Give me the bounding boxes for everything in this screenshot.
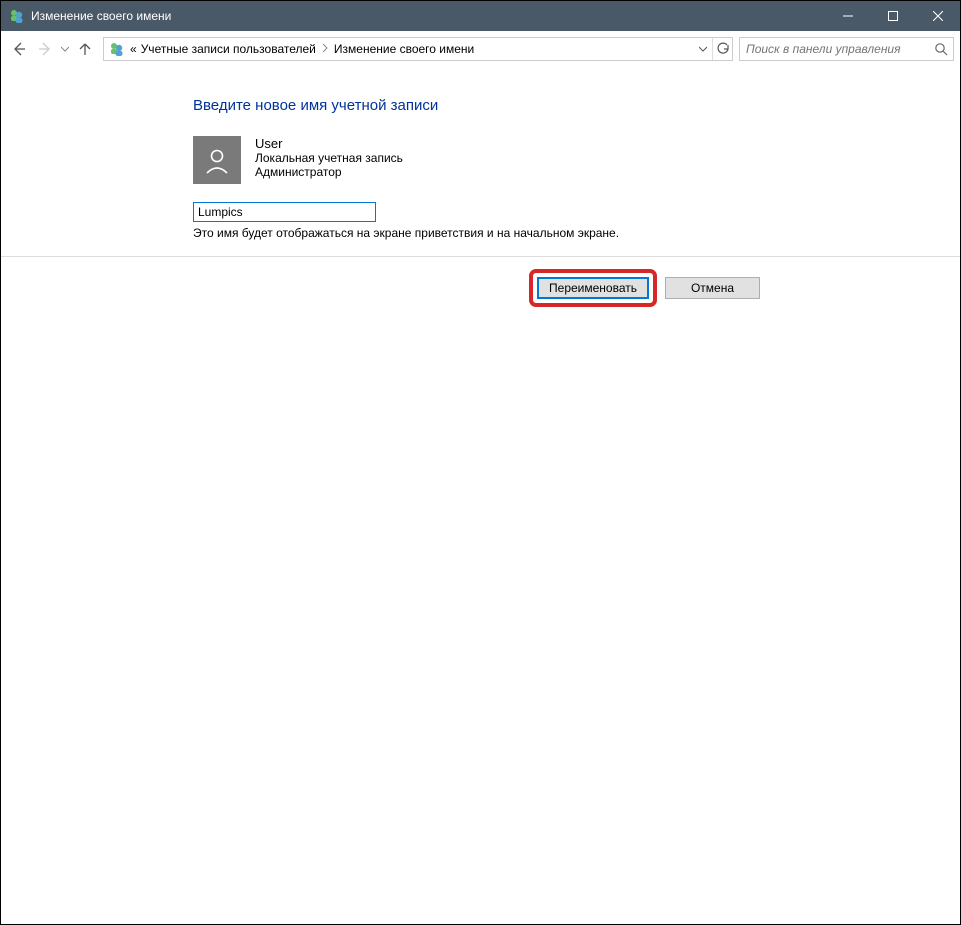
close-button[interactable] xyxy=(915,1,960,31)
navbar: « Учетные записи пользователей Изменение… xyxy=(1,31,960,67)
up-button[interactable] xyxy=(73,37,97,61)
new-name-input[interactable] xyxy=(193,202,376,222)
forward-button[interactable] xyxy=(33,37,57,61)
user-type: Локальная учетная запись xyxy=(255,151,403,165)
breadcrumb-item[interactable]: Изменение своего имени xyxy=(334,42,474,56)
titlebar: Изменение своего имени xyxy=(1,1,960,31)
user-role: Администратор xyxy=(255,165,403,179)
user-info: User Локальная учетная запись Администра… xyxy=(255,136,403,179)
recent-locations-dropdown[interactable] xyxy=(59,37,71,61)
avatar-icon xyxy=(193,136,241,184)
address-history-dropdown[interactable] xyxy=(692,38,712,60)
search-input[interactable] xyxy=(744,41,933,57)
maximize-button[interactable] xyxy=(870,1,915,31)
user-accounts-icon xyxy=(9,8,25,24)
refresh-button[interactable] xyxy=(712,38,732,60)
back-button[interactable] xyxy=(7,37,31,61)
window-controls xyxy=(825,1,960,31)
chevron-right-icon[interactable] xyxy=(322,44,328,55)
highlight-annotation: Переименовать xyxy=(529,269,657,307)
rename-button[interactable]: Переименовать xyxy=(537,277,649,299)
cancel-button[interactable]: Отмена xyxy=(665,277,760,299)
page-heading: Введите новое имя учетной записи xyxy=(193,97,753,114)
button-row: Переименовать Отмена xyxy=(1,257,960,319)
hint-text: Это имя будет отображаться на экране при… xyxy=(193,226,753,240)
user-accounts-icon xyxy=(108,40,126,58)
minimize-button[interactable] xyxy=(825,1,870,31)
user-block: User Локальная учетная запись Администра… xyxy=(193,136,753,184)
search-icon[interactable] xyxy=(933,41,949,57)
search-box[interactable] xyxy=(739,37,954,61)
breadcrumb-item[interactable]: Учетные записи пользователей xyxy=(141,42,316,56)
user-name: User xyxy=(255,136,403,151)
content-area: Введите новое имя учетной записи User Ло… xyxy=(1,67,960,319)
address-bar[interactable]: « Учетные записи пользователей Изменение… xyxy=(103,37,733,61)
window-title: Изменение своего имени xyxy=(31,9,171,23)
breadcrumb-prefix: « xyxy=(130,42,137,56)
